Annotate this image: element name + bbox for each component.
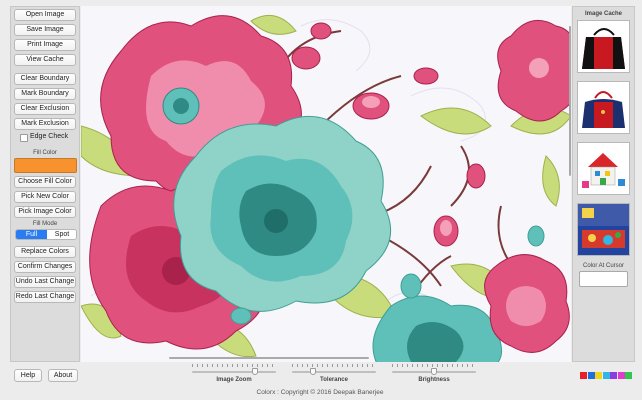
toy-house-image [582, 153, 625, 188]
save-image-button[interactable]: Save Image [14, 24, 76, 36]
fill-color-swatch[interactable] [14, 158, 77, 173]
mark-exclusion-button[interactable]: Mark Exclusion [14, 118, 76, 130]
cache-thumbnail-toy-house[interactable] [577, 142, 630, 195]
palette-swatch[interactable] [602, 372, 610, 379]
palette-swatch[interactable] [580, 372, 587, 379]
about-button[interactable]: About [48, 369, 78, 382]
cache-thumbnail-bedroom[interactable] [577, 203, 630, 256]
palette-swatch[interactable] [610, 372, 617, 379]
view-cache-button[interactable]: View Cache [14, 54, 76, 66]
confirm-changes-button[interactable]: Confirm Changes [14, 261, 76, 273]
edge-check-label: Edge Check [30, 133, 69, 140]
cache-thumbnail-handbag-1[interactable] [577, 20, 630, 73]
fill-color-label: Fill Color [33, 150, 57, 156]
edge-check-checkbox[interactable] [20, 134, 28, 142]
copyright-text: Colorx : Copyright © 2016 Deepak Banerje… [256, 389, 384, 396]
fill-mode-segmented-control: Full Spot [15, 229, 77, 240]
palette-swatch[interactable] [587, 372, 595, 379]
brightness-label: Brightness [418, 377, 450, 383]
tolerance-label: Tolerance [320, 377, 348, 383]
redo-last-change-button[interactable]: Redo Last Change [14, 291, 76, 303]
kids-bedroom-image [578, 204, 629, 255]
palette-swatch[interactable] [625, 372, 632, 379]
fill-mode-spot-segment[interactable]: Spot [47, 230, 76, 239]
canvas-horizontal-scrollbar[interactable] [169, 357, 369, 359]
floral-image [81, 14, 571, 362]
print-image-button[interactable]: Print Image [14, 39, 76, 51]
handbag-navy-red-image [582, 91, 625, 128]
help-button[interactable]: Help [14, 369, 42, 382]
palette-swatch[interactable] [617, 372, 625, 379]
clear-exclusion-button[interactable]: Clear Exclusion [14, 103, 76, 115]
image-cache-label: Image Cache [584, 11, 623, 17]
color-at-cursor-label: Color At Cursor [582, 263, 624, 269]
open-image-button[interactable]: Open Image [14, 9, 76, 21]
undo-last-change-button[interactable]: Undo Last Change [14, 276, 76, 288]
pick-image-color-button[interactable]: Pick Image Color [14, 206, 76, 218]
choose-fill-color-button[interactable]: Choose Fill Color [14, 176, 76, 188]
pick-new-color-button[interactable]: Pick New Color [14, 191, 76, 203]
color-at-cursor-swatch [579, 271, 628, 287]
handbag-red-black-image [582, 28, 625, 69]
clear-boundary-button[interactable]: Clear Boundary [14, 73, 76, 85]
fill-mode-full-segment[interactable]: Full [16, 230, 47, 239]
canvas-vertical-scrollbar[interactable] [569, 26, 571, 176]
image-canvas[interactable] [81, 6, 571, 362]
cache-thumbnail-handbag-2[interactable] [577, 81, 630, 134]
brightness-slider-knob[interactable] [431, 368, 437, 375]
tolerance-slider-knob[interactable] [310, 368, 316, 375]
image-zoom-slider-knob[interactable] [252, 368, 258, 375]
palette-swatch[interactable] [595, 372, 602, 379]
fill-mode-label: Fill Mode [32, 221, 58, 227]
replace-colors-button[interactable]: Replace Colors [14, 246, 76, 258]
image-zoom-label: Image Zoom [216, 377, 252, 383]
mark-boundary-button[interactable]: Mark Boundary [14, 88, 76, 100]
